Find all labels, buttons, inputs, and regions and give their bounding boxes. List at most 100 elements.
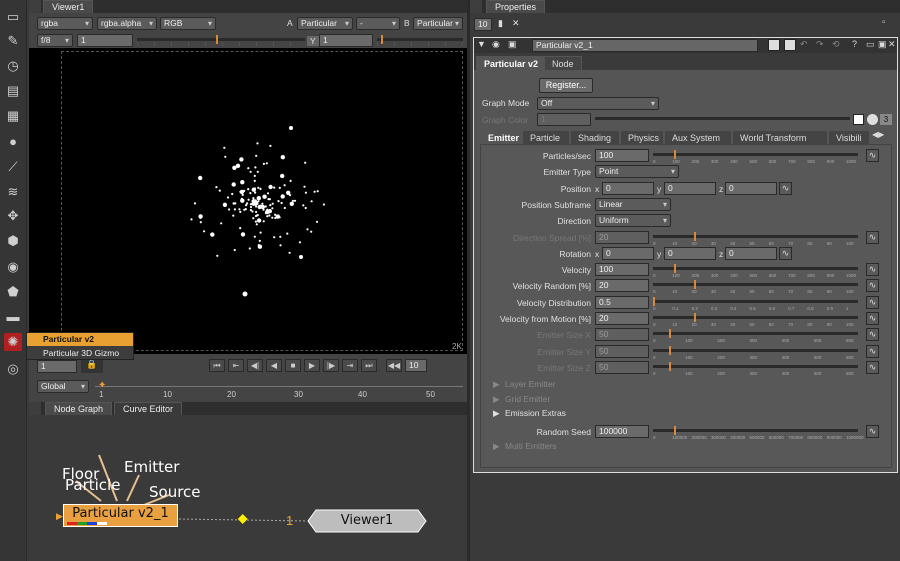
emission-extras-group-toggle[interactable]: ▶ xyxy=(493,408,500,419)
direction-spread-slider[interactable]: 0 10 20 30 40 50 60 70 80 90 100 xyxy=(653,231,858,246)
channels-dropdown[interactable]: rgba xyxy=(37,17,93,30)
stop-icon[interactable]: ■ xyxy=(285,359,301,372)
emission-extras-group-label[interactable]: Emission Extras xyxy=(505,408,566,418)
tab-particular-v2[interactable]: Particular v2 xyxy=(476,56,547,70)
slider-knob[interactable] xyxy=(694,313,696,322)
b-input-dropdown[interactable]: Particular xyxy=(413,17,463,30)
frame-field[interactable]: 1 xyxy=(37,360,77,373)
position-y-field[interactable]: 0 xyxy=(664,181,716,195)
alpha-dropdown[interactable]: rgba.alpha xyxy=(97,17,157,30)
image-icon[interactable]: ▭ xyxy=(4,8,22,26)
rotation-y-field[interactable]: 0 xyxy=(664,246,716,260)
layer-emitter-group-toggle[interactable]: ▶ xyxy=(493,379,500,390)
undo-icon[interactable]: ↶ xyxy=(800,39,808,50)
velocity-random-curve-icon[interactable]: ∿ xyxy=(866,279,879,293)
grid-emitter-group-label[interactable]: Grid Emitter xyxy=(505,394,550,404)
emitter-size-z-slider[interactable]: 0 100 200 300 400 500 600 xyxy=(653,361,858,376)
revert-icon[interactable]: ⟲ xyxy=(832,39,840,50)
emitter-size-x-slider[interactable]: 0 100 200 300 400 500 600 xyxy=(653,328,858,343)
lock-panel-icon[interactable]: ▮ xyxy=(498,18,503,29)
timeline-track[interactable] xyxy=(95,386,463,387)
merge-icon[interactable]: ≋ xyxy=(4,183,22,201)
channel-icon[interactable]: ▤ xyxy=(4,82,22,100)
velocity-slider[interactable]: 0 100 200 300 400 500 600 700 800 900 1000 xyxy=(653,263,858,278)
maximize-icon[interactable]: ▣ xyxy=(878,39,887,50)
prev-key-icon[interactable]: ⇤ xyxy=(228,359,244,372)
direction-dropdown[interactable]: Uniform xyxy=(595,214,671,228)
max-panels-field[interactable]: 10 xyxy=(474,18,492,31)
velocity-curve-icon[interactable]: ∿ xyxy=(866,263,879,277)
wipe-mode-dropdown[interactable]: - xyxy=(356,17,400,30)
rewind-icon[interactable]: ◀◀ xyxy=(386,359,402,372)
gamma-field[interactable]: 1 xyxy=(319,34,373,47)
range-mode-dropdown[interactable]: Global xyxy=(37,380,89,393)
lock-icon[interactable]: 🔒 xyxy=(81,359,103,373)
velocity-distribution-curve-icon[interactable]: ∿ xyxy=(866,295,879,309)
rotation-z-field[interactable]: 0 xyxy=(725,246,777,260)
props-pane-menu[interactable] xyxy=(470,0,482,13)
position-z-field[interactable]: 0 xyxy=(725,181,777,195)
slider-knob[interactable] xyxy=(669,361,672,371)
velocity-random-slider[interactable]: 0 10 20 30 40 50 60 70 80 90 100 xyxy=(653,279,858,294)
help-icon[interactable]: ? xyxy=(852,39,857,49)
tab-viewer1[interactable]: Viewer1 xyxy=(43,0,94,13)
emitter-size-z-field[interactable]: 50 xyxy=(595,360,649,374)
rotation-x-field[interactable]: 0 xyxy=(602,246,654,260)
fstop-dropdown[interactable]: f/8 xyxy=(37,34,73,47)
velocity-distribution-slider[interactable]: 0 0.1 0.2 0.3 0.4 0.5 0.6 0.7 0.8 0.9 1 xyxy=(653,296,858,311)
particles-sec-slider[interactable]: 0 100 200 300 400 500 600 700 800 900 1000 xyxy=(653,149,858,164)
layer-emitter-group-label[interactable]: Layer Emitter xyxy=(505,379,556,389)
tab-curve-editor[interactable]: Curve Editor xyxy=(114,402,183,415)
multi-emitters-label[interactable]: Multi Emitters xyxy=(505,441,556,451)
direction-spread-field[interactable]: 20 xyxy=(595,230,649,244)
slider-knob[interactable] xyxy=(694,231,696,241)
direction-spread-curve-icon[interactable]: ∿ xyxy=(866,230,879,244)
clear-panels-icon[interactable]: ✕ xyxy=(512,18,520,29)
menu-item-particular-gizmo[interactable]: Particular 3D Gizmo xyxy=(27,347,133,360)
channel-count[interactable]: 3 xyxy=(880,114,892,125)
viewer-canvas[interactable]: 2K xyxy=(29,48,467,354)
particles-sec-field[interactable]: 100 xyxy=(595,149,649,162)
last-frame-icon[interactable]: ⏭ xyxy=(361,359,377,372)
slider-knob[interactable] xyxy=(669,345,672,355)
particular-node[interactable]: Particular v2_1 xyxy=(63,504,178,527)
other-icon[interactable]: ⬟ xyxy=(4,283,22,301)
emitter-size-z-curve-icon[interactable]: ∿ xyxy=(866,360,879,374)
gamma-slider[interactable] xyxy=(377,34,463,47)
a-input-dropdown[interactable]: Particular xyxy=(297,17,353,30)
random-seed-slider[interactable]: 0 100000 200000 300000 400000 500000 600000 700… xyxy=(653,425,864,440)
slider-knob[interactable] xyxy=(694,280,696,290)
metadata-icon[interactable]: ▬ xyxy=(4,308,22,326)
register-button[interactable]: Register... xyxy=(539,78,593,93)
subtab-aux-system[interactable]: Aux System xyxy=(664,130,732,144)
multi-emitters-toggle[interactable]: ▶ xyxy=(493,441,500,452)
next-key-icon[interactable]: ⇥ xyxy=(342,359,358,372)
emitter-size-y-curve-icon[interactable]: ∿ xyxy=(866,344,879,358)
minimize-icon[interactable]: ▭ xyxy=(866,39,875,50)
random-seed-field[interactable]: 100000 xyxy=(595,424,649,438)
position-x-field[interactable]: 0 xyxy=(602,181,654,195)
pane-menu[interactable] xyxy=(29,0,41,13)
gain-slider[interactable] xyxy=(137,34,305,47)
color-icon[interactable]: ▦ xyxy=(4,107,22,125)
emitter-size-x-field[interactable]: 50 xyxy=(595,328,649,342)
emitter-size-x-curve-icon[interactable]: ∿ xyxy=(866,328,879,342)
node-name-field[interactable]: Particular v2_1 xyxy=(532,39,758,52)
random-seed-curve-icon[interactable]: ∿ xyxy=(866,424,879,438)
subtab-particle[interactable]: Particle xyxy=(522,130,570,144)
emitter-size-y-slider[interactable]: 0 100 200 300 400 500 600 xyxy=(653,345,858,360)
velocity-random-field[interactable]: 20 xyxy=(595,279,649,293)
particles-sec-curve-icon[interactable]: ∿ xyxy=(866,149,879,162)
keyer-icon[interactable]: ⟋ xyxy=(4,158,22,176)
float-icon[interactable]: ▫ xyxy=(882,17,886,28)
fps-field[interactable]: 10 xyxy=(405,359,427,372)
play-icon[interactable]: ▶ xyxy=(304,359,320,372)
nuke-icon[interactable]: ◎ xyxy=(4,360,22,378)
velocity-distribution-field[interactable]: 0.5 xyxy=(595,295,649,309)
position-subframe-dropdown[interactable]: Linear xyxy=(595,197,671,211)
collapse-icon[interactable]: ▼ xyxy=(477,39,486,49)
graph-mode-dropdown[interactable]: Off xyxy=(537,97,659,110)
menu-item-particular-v2[interactable]: Particular v2 xyxy=(27,333,133,346)
graph-pane-menu[interactable] xyxy=(29,402,41,415)
subtab-shading[interactable]: Shading xyxy=(570,130,620,144)
